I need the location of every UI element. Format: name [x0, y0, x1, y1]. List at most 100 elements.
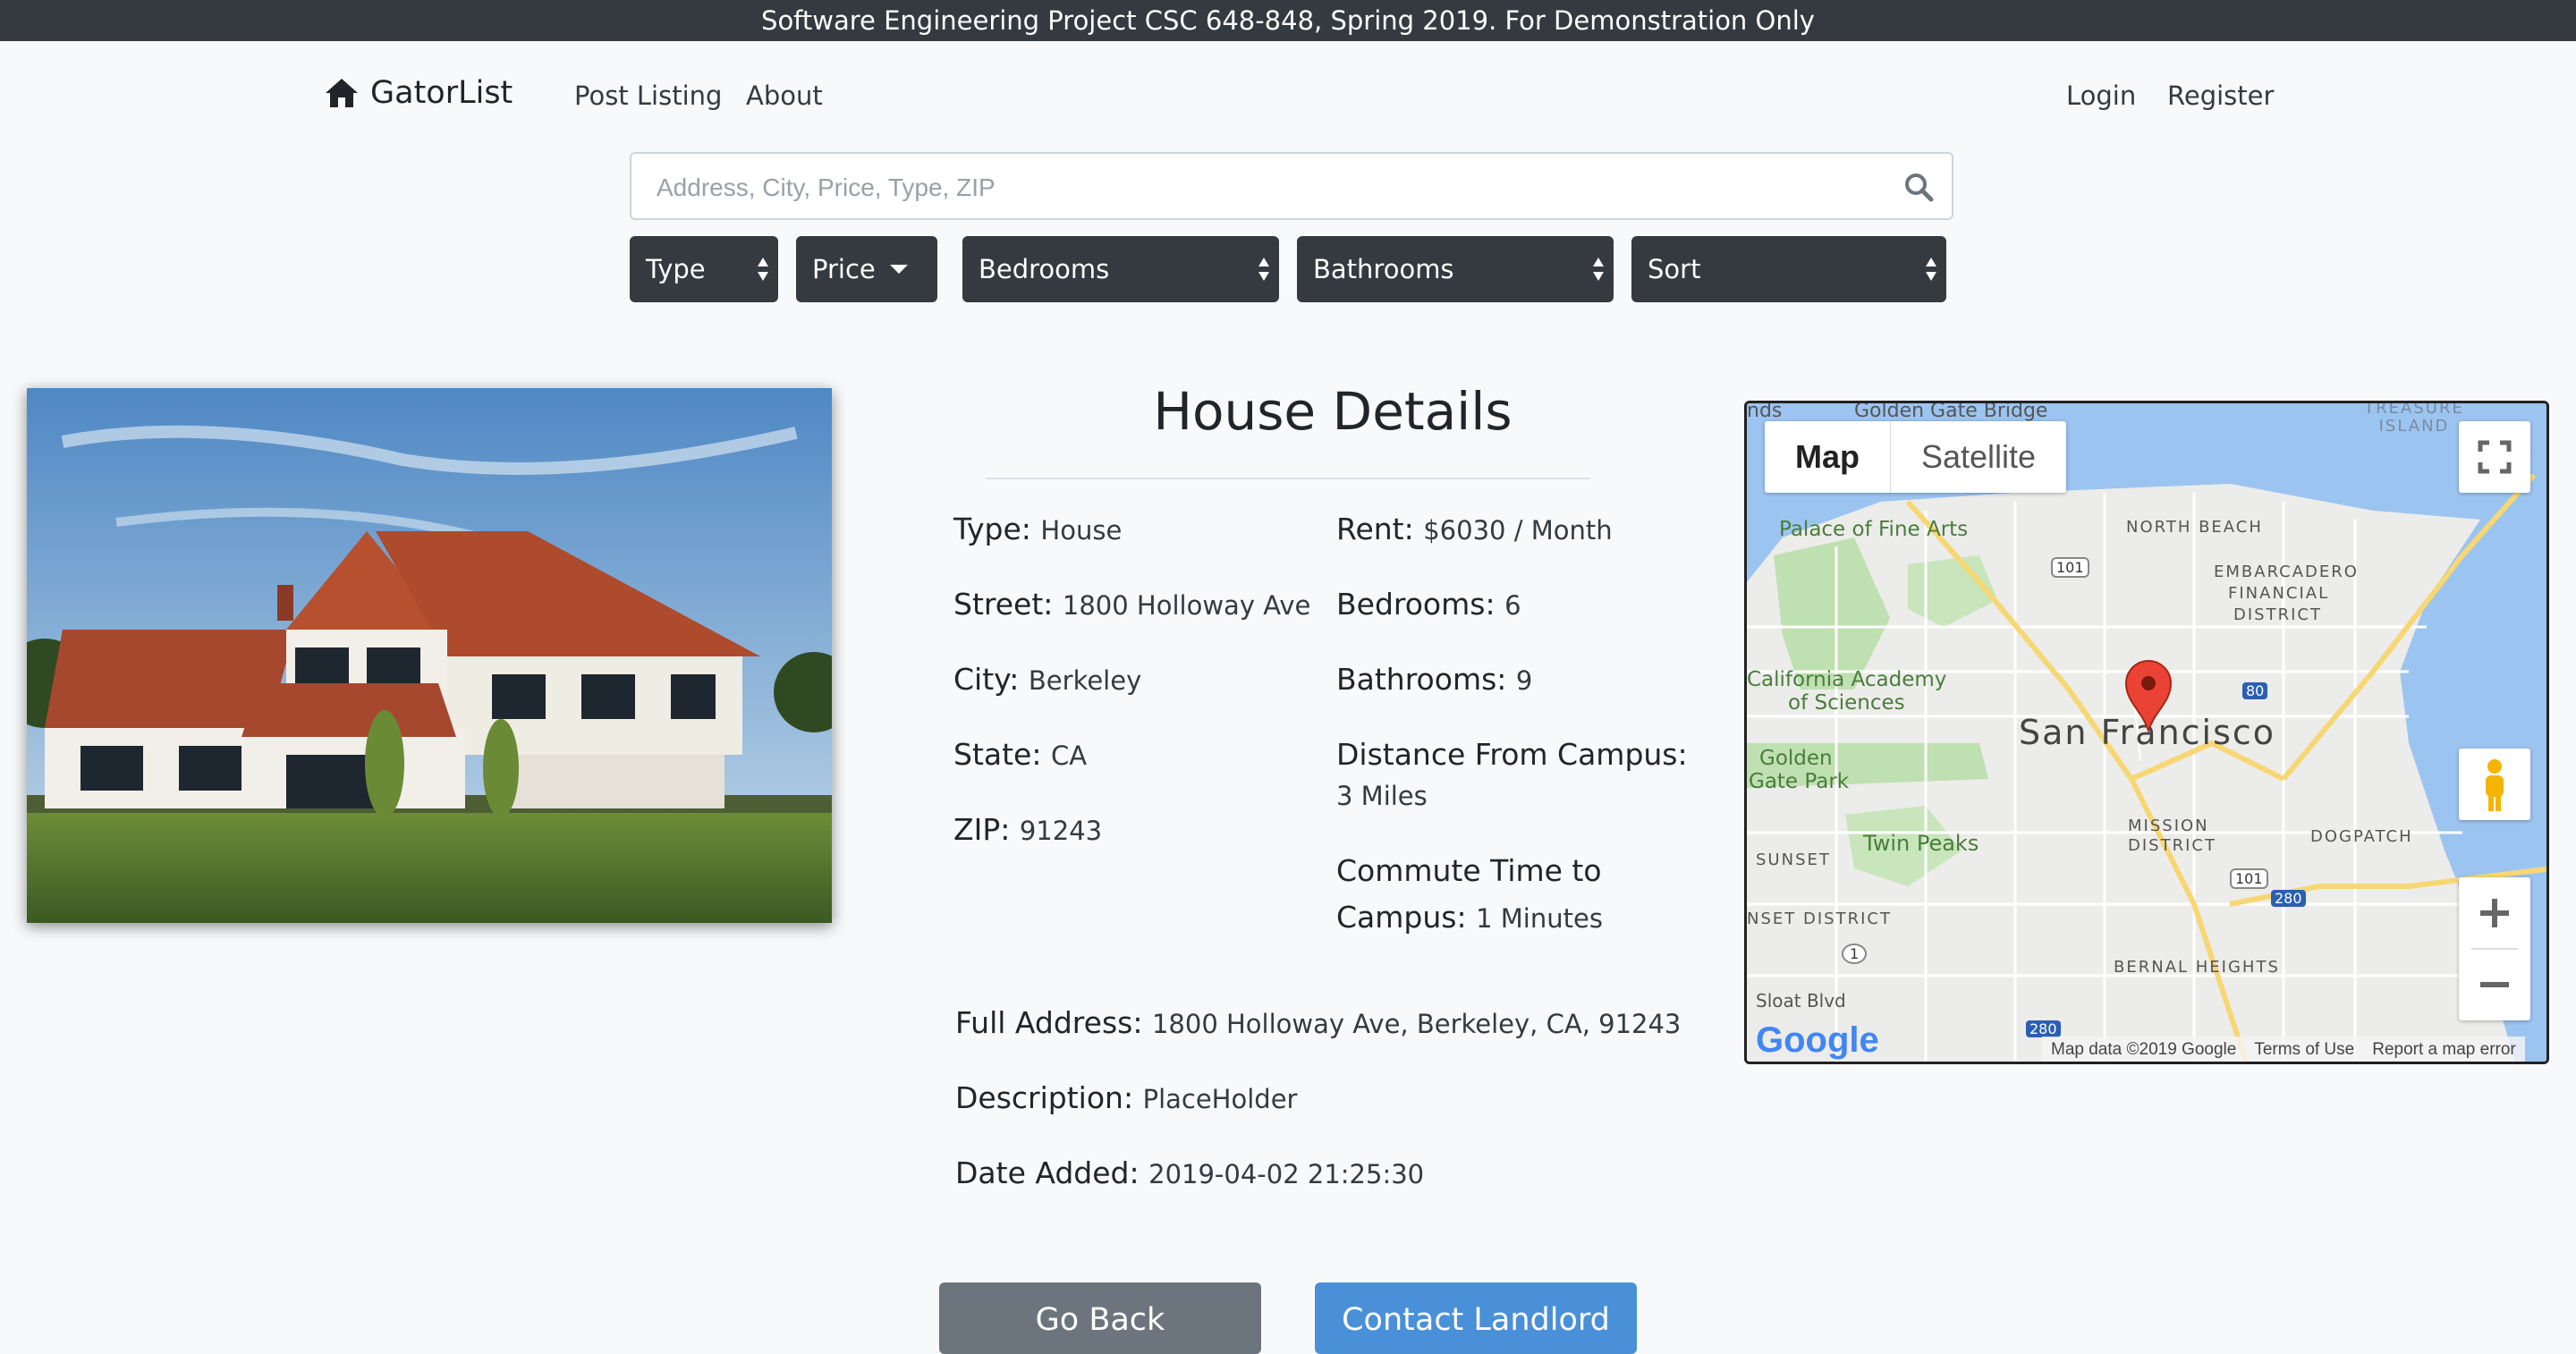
map-label-treasure-island: TREASURE ISLAND: [2364, 401, 2464, 436]
home-icon: [326, 79, 358, 107]
street-view-pegman[interactable]: [2459, 749, 2530, 820]
bedrooms-select[interactable]: Bedrooms: [962, 236, 1279, 302]
full-address-value: 1800 Holloway Ave, Berkeley, CA, 91243: [1151, 1009, 1682, 1039]
street-value: 1800 Holloway Ave: [1062, 590, 1311, 621]
search-box: [630, 152, 1953, 220]
map-type-control: Map Satellite: [1765, 421, 2067, 493]
brand-link[interactable]: GatorList: [324, 75, 513, 111]
map-data-credit: Map data ©2019 Google: [2051, 1040, 2237, 1059]
house-photo: [27, 388, 832, 923]
full-address-field: Full Address: 1800 Holloway Ave, Berkele…: [955, 1000, 1681, 1047]
description-field: Description: PlaceHolder: [955, 1075, 1297, 1122]
bathrooms-select-label: Bathrooms: [1313, 254, 1454, 284]
route-101-shield: 101: [2230, 868, 2268, 889]
search-input[interactable]: [655, 166, 1875, 209]
distance-value: 3 Miles: [1336, 781, 1428, 811]
interstate-280-shield: 280: [2271, 890, 2306, 907]
map-label-sunset: SUNSET: [1756, 850, 1831, 869]
zip-field: ZIP: 91243: [953, 807, 1102, 854]
type-value: House: [1040, 515, 1123, 546]
type-select-label: Type: [646, 254, 706, 284]
date-added-value: 2019-04-02 21:25:30: [1148, 1159, 1425, 1189]
select-arrows-icon: [758, 258, 768, 281]
map-attribution-bar: Map data ©2019 Google Terms of Use Repor…: [2042, 1037, 2525, 1062]
map-label-ggpark-2: Gate Park: [1749, 770, 1850, 793]
city-label: City:: [953, 662, 1020, 697]
bathrooms-field: Bathrooms: 9: [1336, 656, 1532, 704]
date-added-field: Date Added: 2019-04-02 21:25:30: [955, 1150, 1424, 1197]
map-marker-icon[interactable]: [2124, 659, 2173, 732]
map-label-palace: Palace of Fine Arts: [1779, 518, 1969, 541]
commute-field: Commute Time to Campus: 1 Minutes: [1336, 848, 1694, 942]
google-map[interactable]: Golden Gate Bridge nds TREASURE ISLAND P…: [1744, 401, 2549, 1064]
price-dropdown[interactable]: Price: [796, 236, 937, 302]
state-label: State:: [953, 737, 1042, 772]
date-added-label: Date Added:: [955, 1155, 1140, 1190]
report-map-error-link[interactable]: Report a map error: [2363, 1040, 2525, 1060]
map-type-satellite-button[interactable]: Satellite: [1890, 421, 2066, 493]
map-type-map-button[interactable]: Map: [1765, 421, 1890, 493]
brand-name: GatorList: [370, 75, 513, 111]
map-label-dogpatch: DOGPATCH: [2310, 827, 2413, 846]
state-value: CA: [1050, 740, 1088, 771]
map-label-mission: MISSION: [2128, 817, 2209, 835]
map-label-sloat: Sloat Blvd: [1756, 990, 1846, 1011]
bedrooms-select-label: Bedrooms: [979, 254, 1110, 284]
bedrooms-label: Bedrooms:: [1336, 587, 1496, 622]
map-label-mission-district: DISTRICT: [2128, 836, 2216, 855]
terms-link[interactable]: Terms of Use: [2245, 1040, 2363, 1060]
map-label-twin-peaks: Twin Peaks: [1863, 831, 1979, 856]
bathrooms-label: Bathrooms:: [1336, 662, 1507, 697]
map-label-bridge: Golden Gate Bridge: [1854, 401, 2048, 422]
select-arrows-icon: [1926, 258, 1936, 281]
nav-login[interactable]: Login: [2066, 80, 2136, 111]
contact-landlord-button[interactable]: Contact Landlord: [1315, 1282, 1637, 1354]
map-label-district: DISTRICT: [2233, 605, 2322, 624]
interstate-80-shield: 80: [2242, 682, 2268, 699]
rent-value: $6030 / Month: [1423, 515, 1613, 546]
map-label-sunset-district: NSET DISTRICT: [1747, 910, 1892, 928]
nav-register[interactable]: Register: [2167, 80, 2274, 111]
zip-label: ZIP:: [953, 812, 1011, 847]
type-select[interactable]: Type: [630, 236, 778, 302]
commute-label-2: Campus:: [1336, 900, 1467, 935]
price-dropdown-label: Price: [812, 254, 876, 284]
map-label-embarcadero: EMBARCADERO: [2214, 563, 2359, 581]
zoom-control: [2459, 877, 2530, 1020]
city-field: City: Berkeley: [953, 656, 1141, 704]
sort-select[interactable]: Sort: [1631, 236, 1946, 302]
map-label-north-beach: NORTH BEACH: [2126, 518, 2263, 537]
nav-about[interactable]: About: [746, 80, 823, 111]
pegman-icon: [2486, 759, 2504, 811]
details-title: House Details: [1153, 381, 1513, 442]
map-label-lands: nds: [1747, 401, 1783, 422]
bathrooms-select[interactable]: Bathrooms: [1297, 236, 1614, 302]
map-label-academy-1: California Academy: [1747, 668, 1947, 691]
map-label-bernal: BERNAL HEIGHTS: [2114, 958, 2280, 977]
demo-banner: Software Engineering Project CSC 648-848…: [0, 0, 2576, 41]
city-value: Berkeley: [1028, 665, 1142, 696]
map-label-academy-2: of Sciences: [1788, 691, 1905, 715]
select-arrows-icon: [1593, 258, 1604, 281]
fullscreen-button[interactable]: [2459, 421, 2530, 493]
sort-select-label: Sort: [1648, 254, 1701, 284]
bedrooms-field: Bedrooms: 6: [1336, 581, 1521, 629]
distance-label: Distance From Campus:: [1336, 737, 1688, 772]
go-back-button[interactable]: Go Back: [939, 1282, 1261, 1354]
bedrooms-value: 6: [1504, 590, 1521, 621]
fullscreen-icon: [2478, 440, 2512, 474]
map-label-ggpark-1: Golden: [1759, 747, 1833, 770]
full-address-label: Full Address:: [955, 1005, 1143, 1040]
zoom-in-icon[interactable]: [2459, 877, 2530, 949]
zoom-out-icon[interactable]: [2459, 949, 2530, 1020]
street-label: Street:: [953, 587, 1054, 622]
route-101-shield: 101: [2051, 557, 2089, 578]
interstate-280-shield: 280: [2026, 1020, 2061, 1037]
type-field: Type: House: [953, 506, 1122, 554]
zip-value: 91243: [1019, 816, 1103, 846]
commute-value: 1 Minutes: [1476, 903, 1603, 934]
description-label: Description:: [955, 1080, 1134, 1115]
rent-label: Rent:: [1336, 512, 1414, 546]
search-icon[interactable]: [1903, 172, 1934, 202]
nav-post-listing[interactable]: Post Listing: [574, 80, 722, 111]
